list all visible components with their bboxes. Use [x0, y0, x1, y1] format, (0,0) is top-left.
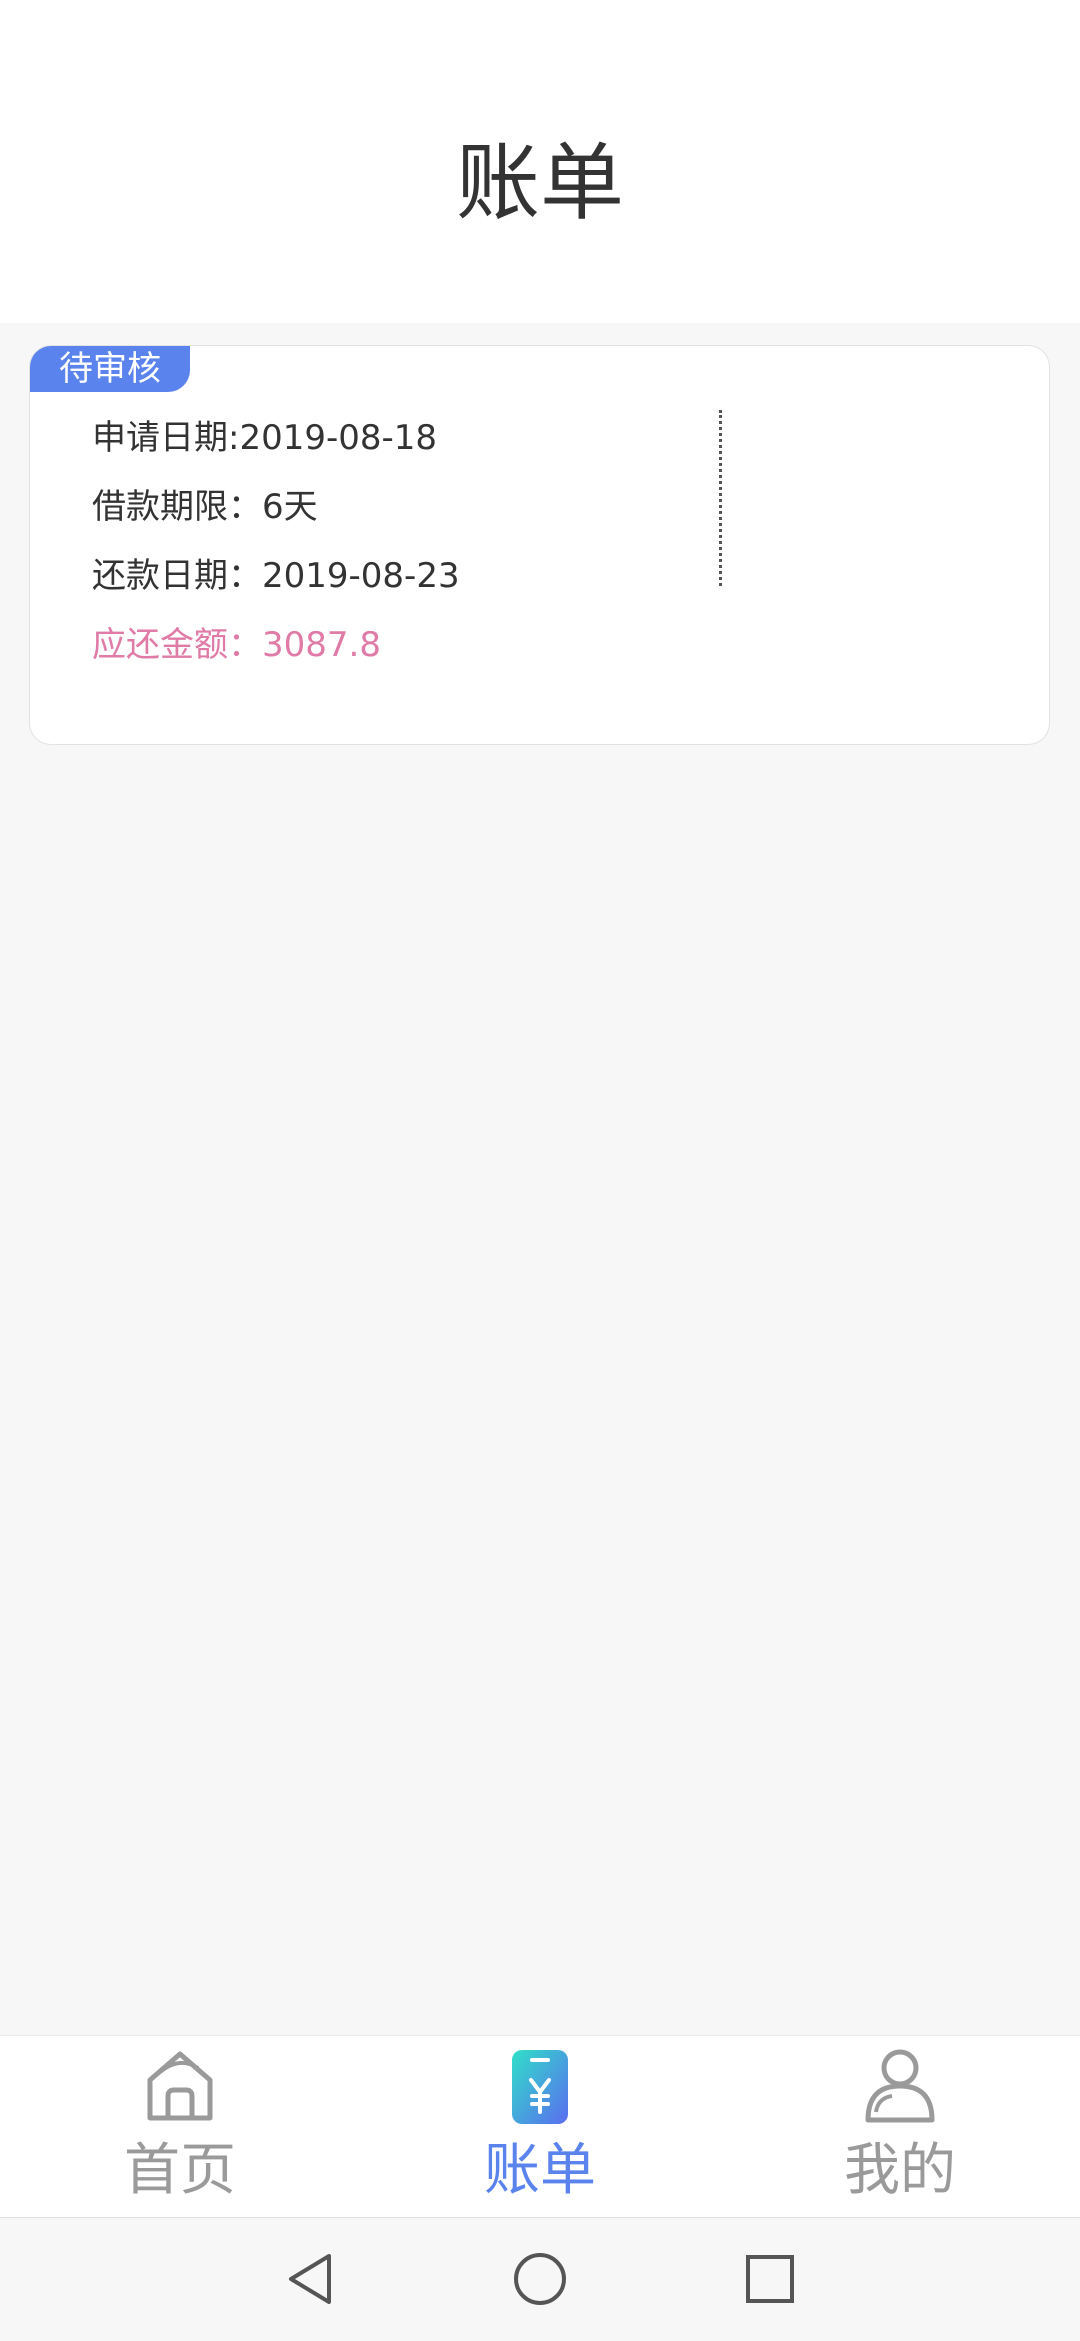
tab-mine[interactable]: 我的 [720, 2036, 1080, 2218]
home-circle-icon[interactable] [509, 2248, 571, 2310]
page-title: 账单 [455, 134, 624, 232]
status-badge: 待审核 [30, 346, 190, 392]
tab-label-home: 首页 [124, 2138, 236, 2203]
bill-yuan-icon [512, 2050, 568, 2124]
user-icon [865, 2049, 935, 2123]
tab-bill[interactable]: 账单 [360, 2036, 720, 2218]
repay-date: 还款日期：2019-08-23 [92, 556, 460, 596]
amount-due: 应还金额：3087.8 [92, 625, 381, 665]
system-navigation-bar [0, 2217, 1080, 2341]
header: 账单 [0, 0, 1080, 323]
home-icon [147, 2051, 213, 2121]
recents-icon[interactable] [739, 2248, 801, 2310]
tab-label-mine: 我的 [844, 2138, 956, 2203]
loan-term: 借款期限：6天 [92, 487, 318, 527]
apply-date: 申请日期:2019-08-18 [92, 418, 438, 458]
dotted-divider [719, 410, 722, 586]
tab-bar: 首页 账单 我的 [0, 2035, 1080, 2218]
tab-label-bill: 账单 [484, 2138, 596, 2203]
bill-card[interactable]: 待审核 申请日期:2019-08-18 借款期限：6天 还款日期：2019-08… [29, 345, 1050, 745]
back-icon[interactable] [279, 2248, 341, 2310]
tab-home[interactable]: 首页 [0, 2036, 360, 2218]
